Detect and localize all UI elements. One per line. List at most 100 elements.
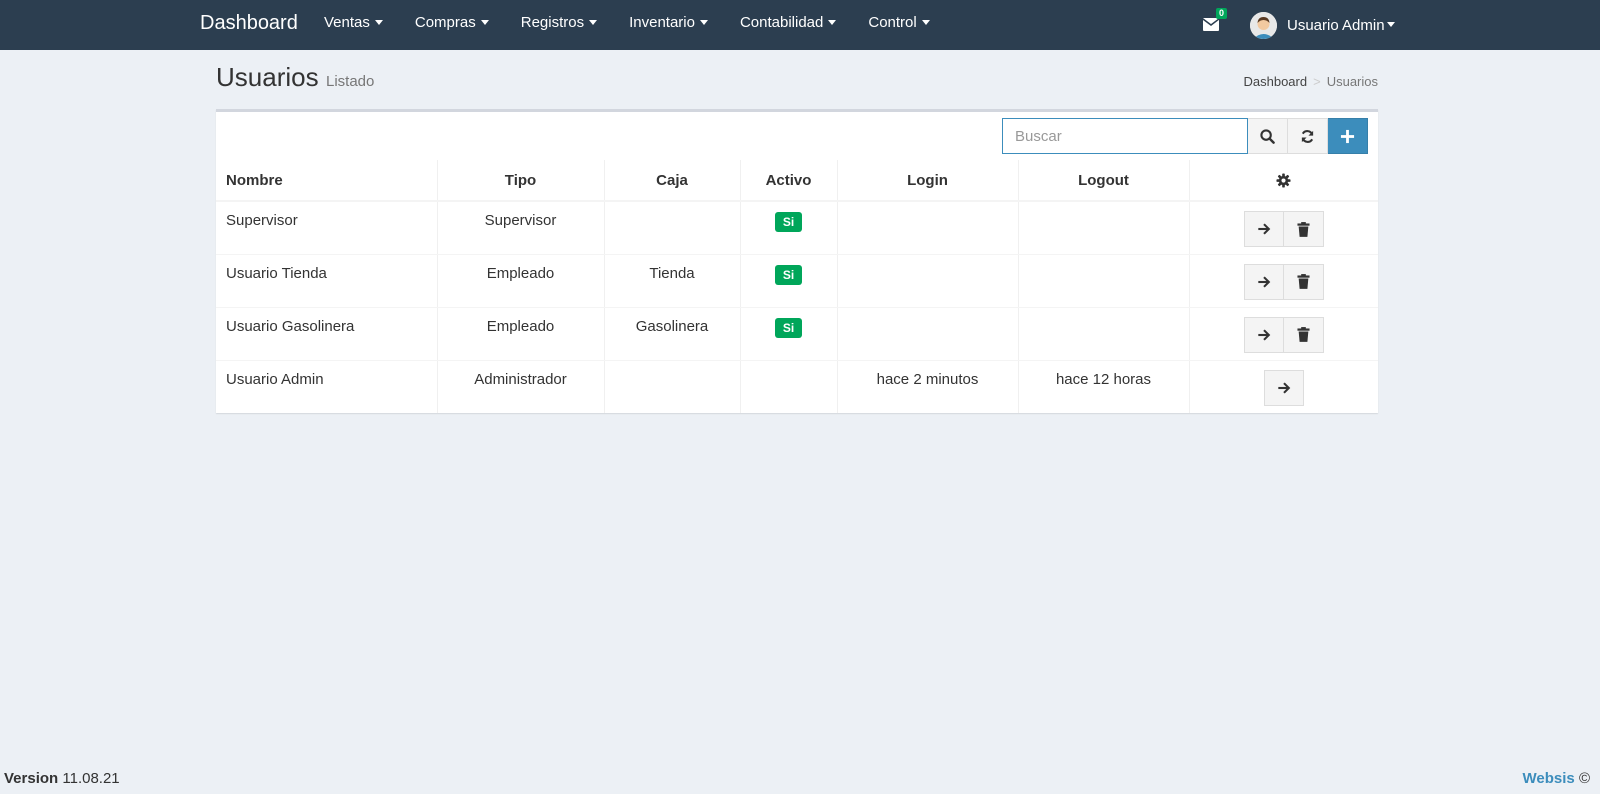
cell-nombre: Usuario Tienda [216,254,438,308]
menu-label: Contabilidad [739,14,824,31]
cell-login [837,307,1019,361]
cell-caja: Gasolinera [604,307,741,361]
caret-down-icon [480,19,489,25]
page-title: Usuarios [216,62,319,92]
menu-contabilidad[interactable]: Contabilidad [724,0,852,50]
column-header-actions [1189,160,1378,202]
brand-footer-link[interactable]: Websis [1523,770,1575,787]
arrow-right-icon [1258,275,1271,288]
table-row: Usuario Admin Administrador hace 2 minut… [216,360,1378,413]
table-row: Usuario Gasolinera Empleado Gasolinera S… [216,307,1378,361]
page-subtitle: Listado [326,73,375,90]
open-user-button[interactable] [1243,316,1284,353]
table-row: Usuario Tienda Empleado Tienda Si [216,254,1378,308]
search-button[interactable] [1248,118,1288,154]
cell-activo: Si [740,254,838,308]
menu-ventas[interactable]: Ventas [308,0,399,50]
cell-logout: hace 12 horas [1018,360,1190,413]
cell-tipo: Administrador [437,360,605,413]
active-badge: Si [774,264,803,285]
breadcrumb: Dashboard > Usuarios [1244,74,1379,89]
open-user-button[interactable] [1263,369,1304,406]
row-actions [1263,369,1304,406]
open-user-button[interactable] [1243,211,1284,247]
menu-label: Inventario [629,14,695,31]
refresh-button[interactable] [1288,118,1328,154]
caret-down-icon [1386,21,1395,27]
breadcrumb-separator: > [1313,74,1321,89]
column-header-login[interactable]: Login [837,160,1019,202]
caret-down-icon [828,19,837,25]
caret-down-icon [699,19,708,25]
cell-actions [1189,201,1378,255]
cell-logout [1018,201,1190,255]
cell-caja: Tienda [604,254,741,308]
column-header-tipo[interactable]: Tipo [437,160,605,202]
menu-label: Registros [520,14,585,31]
column-header-logout[interactable]: Logout [1018,160,1190,202]
caret-down-icon [921,19,930,25]
menu-control[interactable]: Control [852,0,945,50]
messages-button[interactable]: 0 [1203,8,1228,36]
avatar [1250,11,1277,39]
cell-tipo: Empleado [437,254,605,308]
cell-login: hace 2 minutos [837,360,1019,413]
row-actions [1243,211,1324,247]
arrow-right-icon [1258,328,1271,341]
cell-actions [1189,307,1378,361]
cell-nombre: Usuario Admin [216,360,438,413]
users-table: Nombre Tipo Caja Activo Login Logout Sup… [216,160,1378,413]
menu-inventario[interactable]: Inventario [613,0,724,50]
version-number: 11.08.21 [62,770,120,787]
search-icon [1260,128,1275,144]
cell-nombre: Supervisor [216,201,438,255]
user-menu[interactable]: Usuario Admin [1250,10,1395,40]
breadcrumb-current: Usuarios [1326,74,1378,89]
brand-link[interactable]: Dashboard [200,0,298,50]
delete-user-button[interactable] [1283,316,1324,353]
trash-icon [1297,274,1310,289]
trash-icon [1297,221,1310,237]
messages-count-badge: 0 [1216,8,1228,19]
row-actions [1243,263,1324,300]
trash-icon [1297,327,1310,342]
menu-compras[interactable]: Compras [399,0,505,50]
search-input[interactable] [1002,118,1248,154]
column-header-caja[interactable]: Caja [604,160,741,202]
add-user-button[interactable] [1328,118,1368,154]
column-header-activo[interactable]: Activo [740,160,838,202]
arrow-right-icon [1258,223,1271,235]
arrow-right-icon [1278,381,1291,394]
version-label: Version [4,770,59,787]
content-header: Usuarios Listado Dashboard > Usuarios [216,62,1378,102]
menu-label: Ventas [324,14,370,31]
row-actions [1243,316,1324,353]
main-menu: Ventas Compras Registros Inventario Cont… [308,0,946,50]
user-name: Usuario Admin [1287,16,1385,34]
cell-actions [1189,254,1378,308]
cell-activo: Si [740,201,838,255]
caret-down-icon [374,19,383,25]
menu-registros[interactable]: Registros [505,0,613,50]
delete-user-button[interactable] [1283,263,1324,300]
cell-activo [740,360,838,413]
active-badge: Si [774,212,803,232]
footer-brand: Websis © [1523,770,1590,787]
table-row: Supervisor Supervisor Si [216,201,1378,255]
menu-label: Control [868,14,917,31]
column-header-nombre[interactable]: Nombre [216,160,438,202]
cell-tipo: Supervisor [437,201,605,255]
delete-user-button[interactable] [1283,211,1324,247]
breadcrumb-dashboard[interactable]: Dashboard [1244,74,1308,89]
table-header-row: Nombre Tipo Caja Activo Login Logout [216,160,1378,202]
open-user-button[interactable] [1243,263,1284,300]
users-box: Nombre Tipo Caja Activo Login Logout [216,109,1378,413]
cell-login [837,201,1019,255]
cell-actions [1189,360,1378,413]
cell-caja [604,360,741,413]
plus-icon [1340,129,1355,143]
envelope-icon [1203,18,1219,31]
table-toolbar [1002,118,1368,154]
cell-logout [1018,254,1190,308]
top-navbar: Dashboard Ventas Compras Registros Inven… [0,0,1600,50]
